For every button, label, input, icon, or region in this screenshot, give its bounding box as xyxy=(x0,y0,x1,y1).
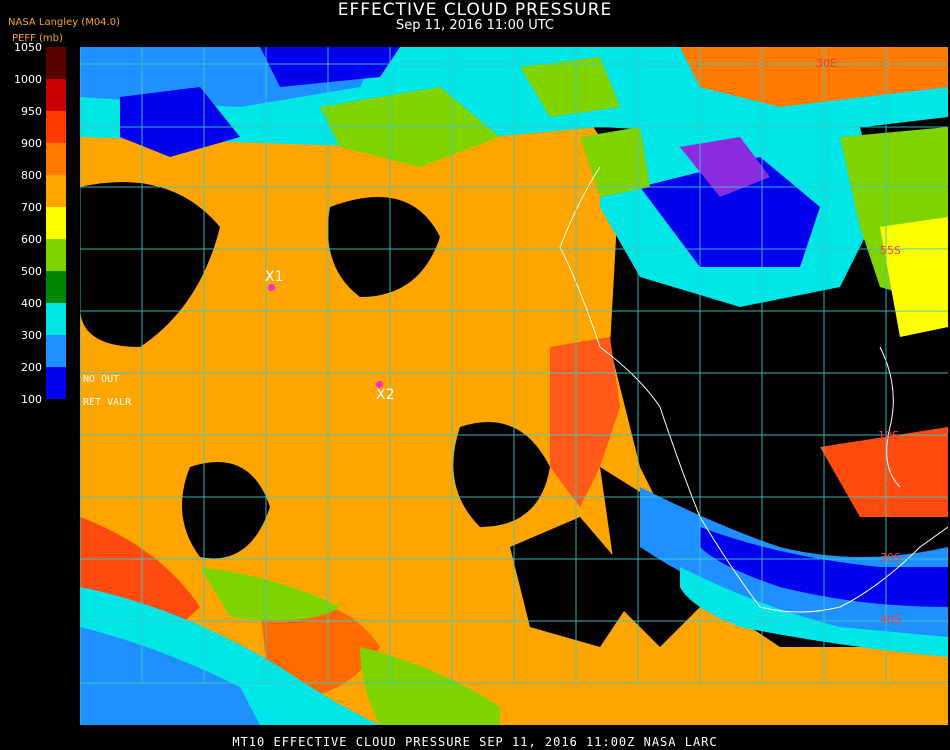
color-scale-tick: 1050 xyxy=(14,41,42,54)
color-scale-tick: 1000 xyxy=(14,73,42,86)
color-swatch xyxy=(46,143,66,175)
map-datetime: Sep 11, 2016 11:00 UTC xyxy=(395,18,555,33)
no-out-note: NO OUT xyxy=(83,374,120,385)
org-label: NASA Langley (M04.0) xyxy=(8,17,120,28)
color-swatch xyxy=(46,303,66,335)
color-scale-tick: 300 xyxy=(21,329,42,342)
color-swatch xyxy=(46,207,66,239)
marker-x1-dot xyxy=(268,284,275,291)
color-scale-tick: 900 xyxy=(21,137,42,150)
lat-label-30s: 30S xyxy=(880,551,901,564)
ret-valr-note: RET VALR xyxy=(83,397,132,408)
color-scale-tick: 400 xyxy=(21,297,42,310)
footer-caption: MT10 EFFECTIVE CLOUD PRESSURE SEP 11, 20… xyxy=(232,735,718,749)
color-scale-tick: 200 xyxy=(21,361,42,374)
lat-label-40s: 40S xyxy=(880,613,901,626)
lon-label-30e: 30E xyxy=(816,57,837,70)
color-swatch xyxy=(46,175,66,207)
color-scale-tick: 100 xyxy=(21,393,42,406)
cloud-pressure-field xyxy=(80,47,948,725)
lat-label-55s: 55S xyxy=(880,244,901,257)
marker-x1-label: X1 xyxy=(265,269,284,285)
color-swatch xyxy=(46,239,66,271)
color-scale-tick: 800 xyxy=(21,169,42,182)
color-scale-tick: 500 xyxy=(21,265,42,278)
satellite-map: NO OUT RET VALR 55S 10S 30S 40S 30E X1 X… xyxy=(80,47,948,725)
color-swatch xyxy=(46,335,66,367)
color-scale xyxy=(46,47,66,399)
map-title: EFFECTIVE CLOUD PRESSURE xyxy=(337,0,613,20)
color-swatch xyxy=(46,111,66,143)
color-scale-tick: 700 xyxy=(21,201,42,214)
color-scale-tick: 600 xyxy=(21,233,42,246)
color-scale-tick: 950 xyxy=(21,105,42,118)
color-swatch xyxy=(46,79,66,111)
color-swatch xyxy=(46,47,66,79)
color-swatch xyxy=(46,367,66,399)
color-swatch xyxy=(46,271,66,303)
lat-label-10s: 10S xyxy=(878,429,899,442)
marker-x2-label: X2 xyxy=(376,387,395,403)
